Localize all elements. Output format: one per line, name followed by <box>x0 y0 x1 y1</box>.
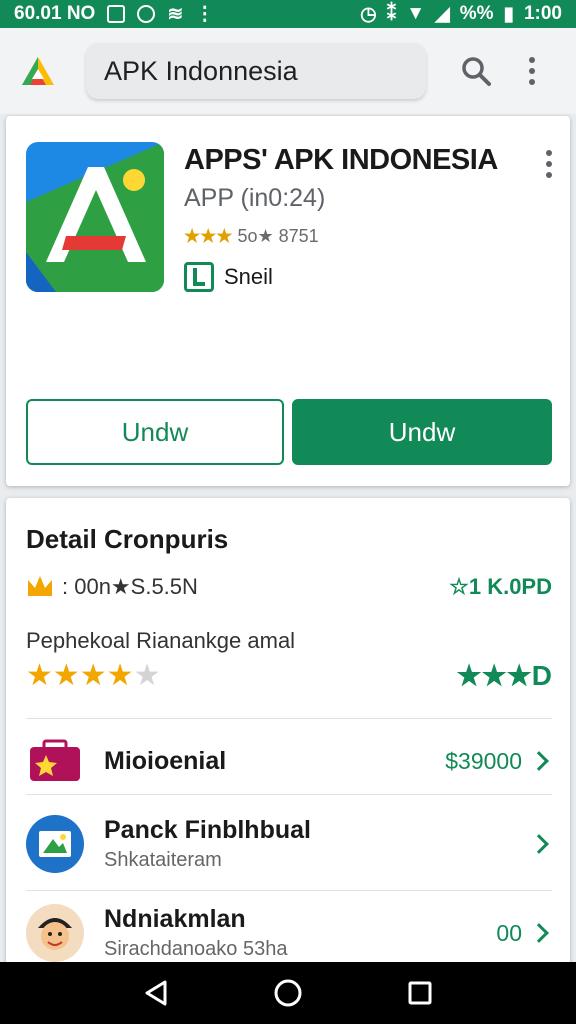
more-vert-icon <box>529 57 535 85</box>
vibrate-icon: ⁑ <box>386 3 397 25</box>
list-item-value: $39000 <box>445 747 522 774</box>
developer-badge-icon <box>184 262 214 292</box>
award-icon: ☆ <box>449 574 469 599</box>
more-notifications-icon: ⋮ <box>195 3 215 25</box>
primary-action-label: Undw <box>388 416 456 447</box>
list-item-subtitle: Shkataiteram <box>104 849 222 871</box>
search-query: APK Indonnesia <box>104 55 298 86</box>
developer[interactable]: Sneil <box>184 262 273 292</box>
overflow-menu-button[interactable] <box>514 53 550 89</box>
list-item[interactable]: Mioioenial $39000 <box>26 726 552 796</box>
chevron-right-icon <box>529 923 549 943</box>
app-subtitle: APP (in0:24) <box>184 184 326 212</box>
home-button[interactable] <box>268 973 308 1013</box>
signal-icon: ◢ <box>435 3 450 25</box>
divider <box>26 718 552 719</box>
search-button[interactable] <box>458 53 494 89</box>
list-item-value: 00 <box>496 919 522 946</box>
alarm-icon: ◷ <box>360 3 377 25</box>
star-rating: ★★★★★ <box>26 658 160 693</box>
summary-right-text: 1 K.0PD <box>468 574 552 599</box>
list-item-subtitle: Sirachdanoako 53ha <box>104 938 288 960</box>
recents-square-icon <box>408 981 432 1005</box>
search-input[interactable]: APK Indonnesia <box>86 43 426 99</box>
app-card: APPS' APK INDONESIA APP (in0:24) ★★★ 5o★… <box>6 116 570 486</box>
secondary-action-button[interactable]: Undw <box>26 399 284 465</box>
wifi-icon: ▼ <box>406 3 426 24</box>
app-title: APPS' APK INDONESIA <box>184 144 498 176</box>
wifi-calling-icon: ≋ <box>167 3 184 25</box>
list-item-title: Panck Finblhbual <box>104 816 311 844</box>
battery-icon: ▮ <box>503 3 514 25</box>
details-title: Detail Cronpuris <box>26 524 229 554</box>
list-item-title: Ndniakmlan <box>104 905 246 933</box>
rating-row: ★★★★★ ★★★D <box>26 658 552 693</box>
primary-action-button[interactable]: Undw <box>292 399 552 465</box>
summary-right: ☆1 K.0PD <box>449 574 552 600</box>
list-item-title: Mioioenial <box>104 746 227 775</box>
secondary-action-label: Undw <box>121 416 189 447</box>
details-card: Detail Cronpuris : 00n★S.5.5N ☆1 K.0PD P… <box>6 498 570 968</box>
list-item[interactable]: Panck Finblhbual Shkataiteram <box>26 804 552 884</box>
rating-stars: ★★★ <box>184 226 233 246</box>
secondary-rating: ★★★D <box>456 660 552 691</box>
app-rating: ★★★ 5o★ 8751 <box>184 226 319 247</box>
play-store-logo-icon[interactable] <box>18 51 58 91</box>
details-summary-row: : 00n★S.5.5N ☆1 K.0PD <box>26 574 552 600</box>
summary-left-text: : 00n★S.5.5N <box>62 574 198 599</box>
stars-empty: ★ <box>133 659 161 692</box>
divider <box>26 890 552 891</box>
chevron-right-icon <box>529 834 549 854</box>
clock: 1:00 <box>523 3 562 24</box>
rating-text: 5o★ 8751 <box>237 226 319 246</box>
list-item[interactable]: Ndniakmlan Sirachdanoako 53ha 00 <box>26 900 552 966</box>
search-icon <box>462 57 491 86</box>
back-triangle-icon <box>145 980 167 1006</box>
wallet-icon <box>26 732 84 790</box>
battery-percent: %% <box>459 3 494 24</box>
chevron-right-icon <box>529 751 549 771</box>
app-bar: APK Indonnesia <box>0 28 576 114</box>
divider <box>26 794 552 795</box>
gallery-app-icon <box>26 815 84 873</box>
status-bar: 60.01 NO ≋ ⋮ ◷ ⁑ ▼ ◢ %% ▮ 1:00 <box>0 0 576 28</box>
system-nav-bar <box>0 962 576 1024</box>
shield-icon <box>137 5 156 23</box>
card-overflow-button[interactable] <box>546 150 552 178</box>
home-circle-icon <box>274 979 302 1007</box>
avatar-icon <box>26 904 84 962</box>
carrier-text: 60.01 NO <box>14 3 96 24</box>
app-logo-icon[interactable] <box>26 142 164 292</box>
image-icon <box>107 5 126 23</box>
crown-icon <box>28 576 52 596</box>
recents-button[interactable] <box>400 973 440 1013</box>
back-button[interactable] <box>136 973 176 1013</box>
more-vert-icon <box>546 150 552 178</box>
stars-filled: ★★★★ <box>26 659 134 692</box>
rating-label: Pephekoal Rianankge amal <box>26 628 296 653</box>
developer-name: Sneil <box>224 264 273 289</box>
